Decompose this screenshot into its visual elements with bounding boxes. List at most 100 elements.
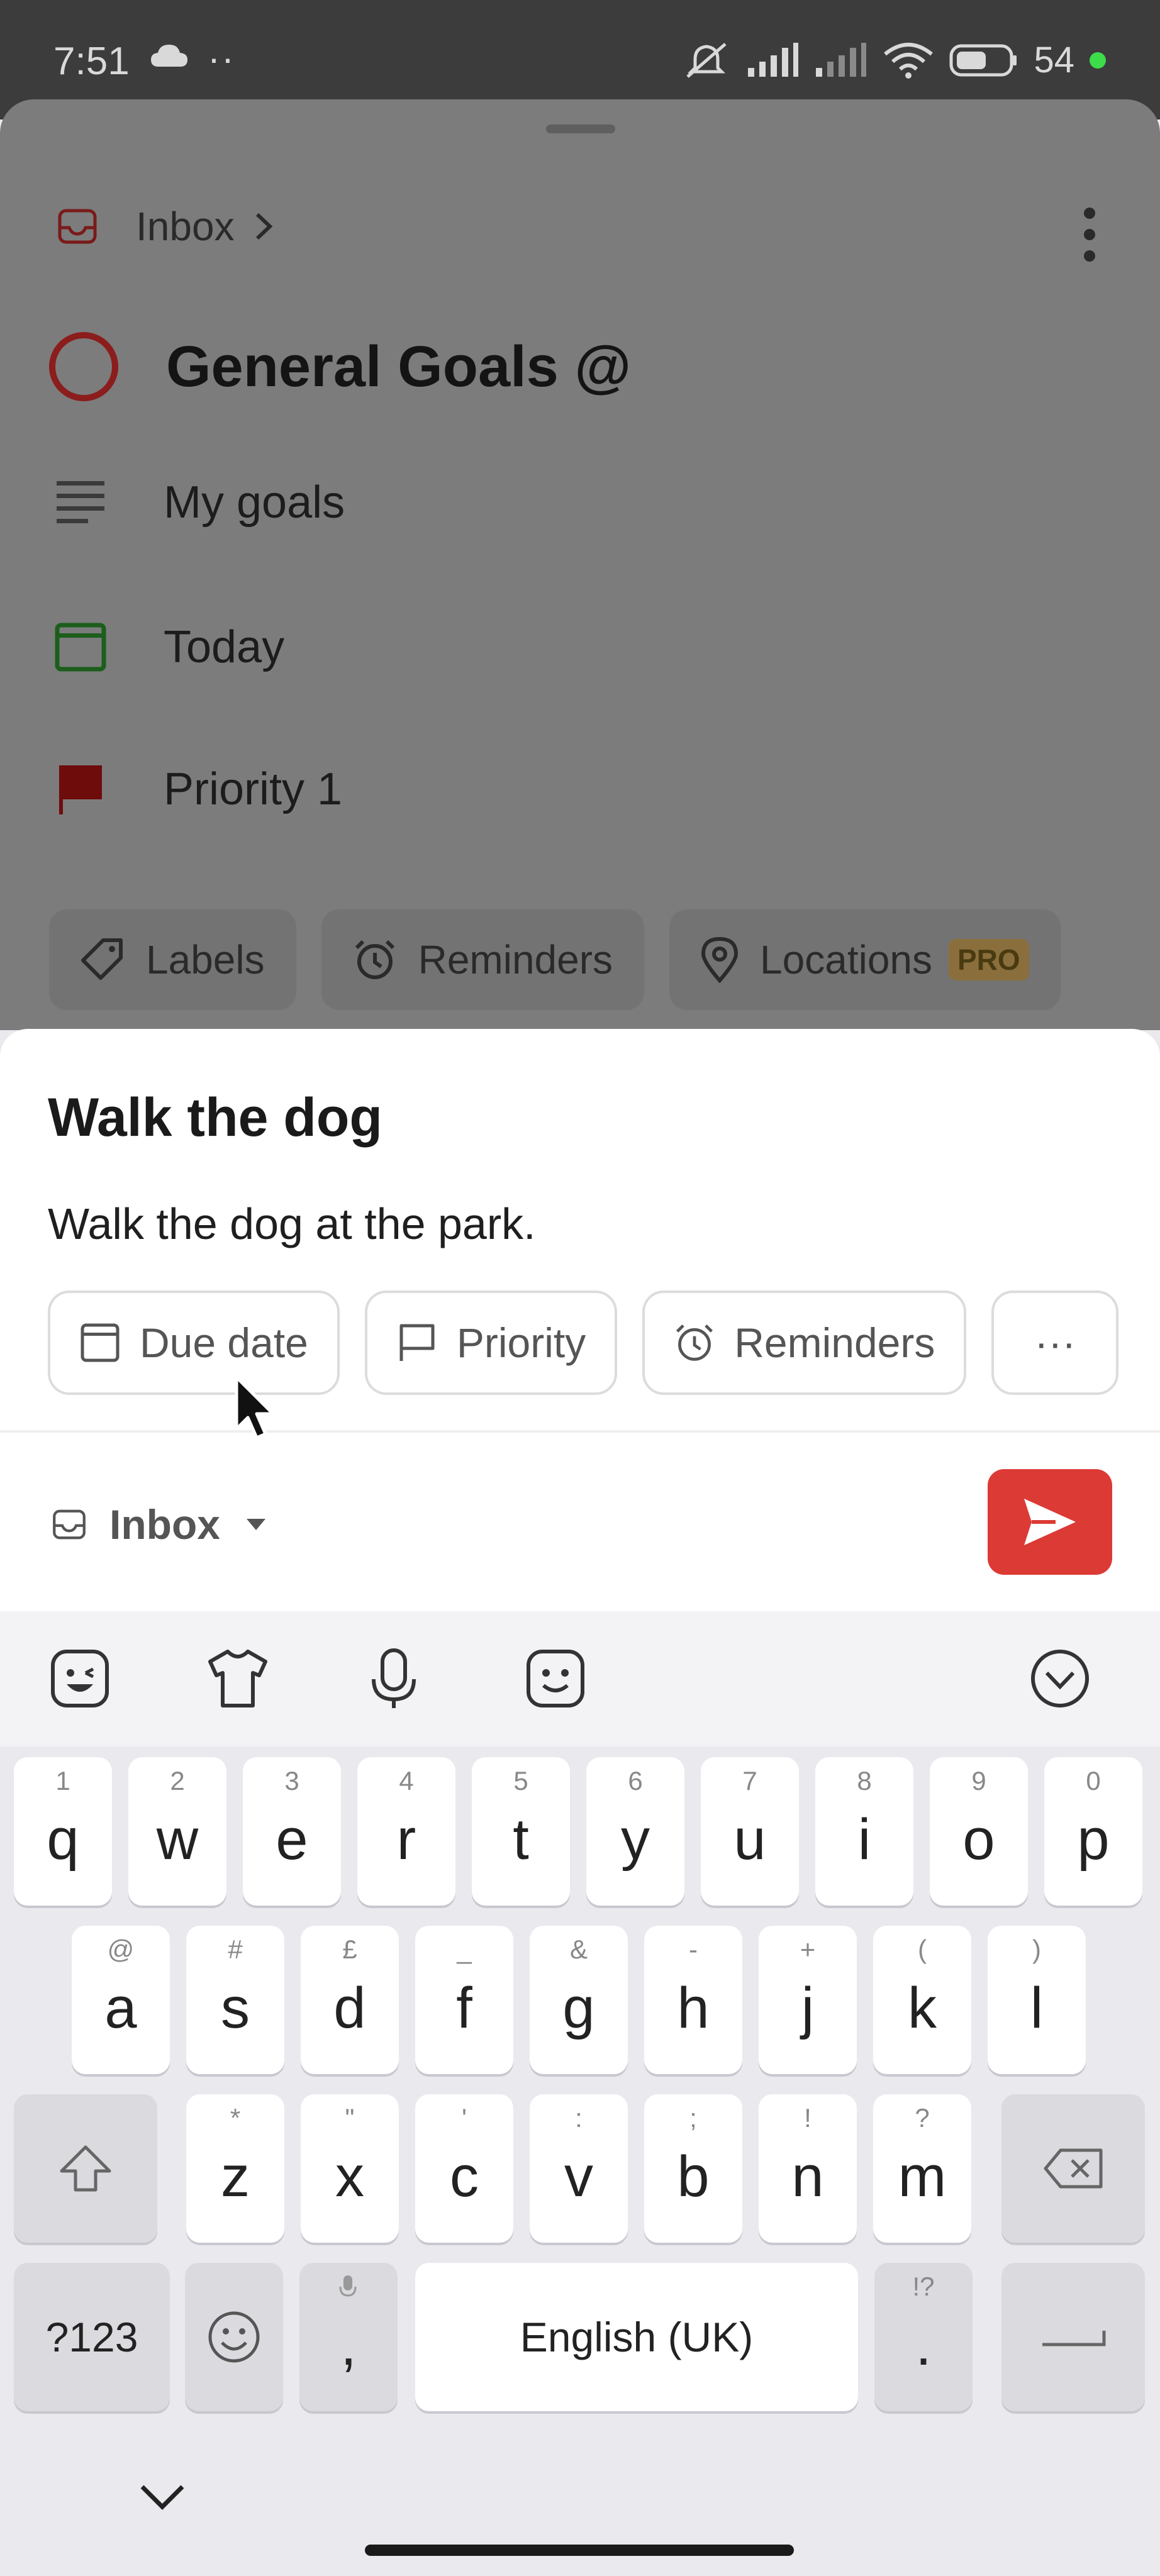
inbox-icon xyxy=(58,209,97,244)
microphone-icon[interactable] xyxy=(369,1648,419,1709)
sheet-drag-handle[interactable] xyxy=(546,125,615,133)
due-date-button[interactable]: Due date xyxy=(48,1291,340,1395)
key-f[interactable]: _ f xyxy=(415,1926,513,2074)
comma-key-label: , xyxy=(340,2312,357,2377)
key-hint: : xyxy=(575,2103,583,2133)
task-detail-sheet: Inbox General Goals @ My goals Today Pri… xyxy=(0,99,1160,1030)
due-date-row[interactable]: Today xyxy=(54,621,284,673)
symbols-key[interactable]: ?123 xyxy=(14,2263,170,2411)
key-j[interactable]: + j xyxy=(759,1926,857,2074)
comma-key[interactable]: , xyxy=(299,2263,398,2411)
key-x[interactable]: " x xyxy=(301,2094,399,2243)
more-options-icon[interactable] xyxy=(1077,203,1102,266)
key-hint: ! xyxy=(804,2103,811,2133)
key-g[interactable]: & g xyxy=(530,1926,628,2074)
key-h[interactable]: -h xyxy=(644,1926,742,2074)
key-r[interactable]: 4r xyxy=(357,1757,455,1906)
key-hint: 8 xyxy=(857,1766,872,1796)
shift-key[interactable] xyxy=(14,2094,157,2243)
key-label: g xyxy=(562,1975,595,2040)
key-hint: - xyxy=(689,1935,698,1964)
priority-flag-icon xyxy=(59,765,102,814)
key-w[interactable]: 2w xyxy=(128,1757,226,1906)
key-v[interactable]: :v xyxy=(530,2094,628,2243)
priority-button[interactable]: Priority xyxy=(364,1291,618,1395)
priority-label: Priority xyxy=(456,1319,586,1366)
key-l[interactable]: ) l xyxy=(988,1926,1086,2074)
signal-2-icon xyxy=(816,42,867,77)
key-o[interactable]: 9o xyxy=(930,1757,1028,1906)
key-a[interactable]: @ a xyxy=(72,1926,170,2074)
home-indicator[interactable] xyxy=(365,2545,794,2556)
more-options-label: ··· xyxy=(1034,1319,1076,1366)
priority-row[interactable]: Priority 1 xyxy=(54,763,342,816)
key-label: l xyxy=(1030,1975,1044,2040)
key-n[interactable]: ! n xyxy=(759,2094,857,2243)
battery-level: 54 xyxy=(1034,40,1074,80)
key-p[interactable]: 0p xyxy=(1044,1757,1142,1906)
period-key[interactable]: !? . xyxy=(874,2263,973,2411)
key-hint: ' xyxy=(461,2103,467,2133)
key-label: n xyxy=(791,2144,824,2209)
reminders-button[interactable]: Reminders xyxy=(642,1291,967,1395)
key-t[interactable]: 5t xyxy=(472,1757,570,1906)
breadcrumb[interactable]: Inbox xyxy=(57,203,276,250)
key-hint: 5 xyxy=(513,1766,528,1796)
key-label: i xyxy=(857,1807,871,1872)
nav-collapse-chevron-icon[interactable] xyxy=(140,2483,185,2512)
enter-key[interactable] xyxy=(1001,2263,1145,2411)
status-right-group: 54 xyxy=(681,39,1106,81)
key-d[interactable]: £ d xyxy=(301,1926,399,2074)
label-tag-icon xyxy=(81,938,123,980)
space-bar[interactable]: English (UK) xyxy=(415,2263,858,2411)
due-date-label: Today xyxy=(164,622,285,672)
detail-chip-row: Labels Reminders Locations PRO xyxy=(49,909,1061,1010)
sticker-icon[interactable] xyxy=(49,1648,111,1709)
reminders-chip[interactable]: Reminders xyxy=(321,909,645,1010)
battery-indicator-dot xyxy=(1090,52,1106,69)
locations-chip[interactable]: Locations PRO xyxy=(669,909,1061,1010)
key-u[interactable]: 7u xyxy=(701,1757,799,1906)
more-options-button[interactable]: ··· xyxy=(991,1291,1119,1395)
task-title[interactable]: General Goals @ xyxy=(166,334,631,400)
breadcrumb-label: Inbox xyxy=(136,204,235,249)
divider xyxy=(0,1430,1160,1433)
enter-icon xyxy=(1042,2331,1106,2346)
emoji-face-icon[interactable] xyxy=(525,1648,586,1709)
keyboard: 1 q 2 w 3 e 4 r 5 t 6 y 7 u 8 i 9 o 0 p @ a # s £ d _ f & g - h + j(k) l * z… xyxy=(0,1611,1160,2576)
key-hint: ? xyxy=(915,2103,930,2133)
key-b[interactable]: ; b xyxy=(644,2094,742,2243)
labels-chip[interactable]: Labels xyxy=(49,909,296,1010)
reminders-chip-label: Reminders xyxy=(418,937,613,982)
period-key-hint: !? xyxy=(912,2272,935,2301)
emoji-key[interactable] xyxy=(185,2263,283,2411)
key-label: m xyxy=(898,2144,947,2209)
key-hint: ) xyxy=(1032,1935,1041,1964)
key-hint: _ xyxy=(457,1935,472,1964)
task-description: My goals xyxy=(164,477,345,528)
key-e[interactable]: 3e xyxy=(243,1757,341,1906)
hide-keyboard-icon[interactable] xyxy=(1029,1648,1091,1709)
key-c[interactable]: ' c xyxy=(415,2094,513,2243)
task-title-row: General Goals @ xyxy=(49,332,631,401)
key-m[interactable]: ? m xyxy=(873,2094,971,2243)
project-selector[interactable]: Inbox xyxy=(52,1501,267,1548)
key-hint: 3 xyxy=(284,1766,299,1796)
wifi-icon xyxy=(884,42,934,79)
key-z[interactable]: * z xyxy=(186,2094,284,2243)
labels-chip-label: Labels xyxy=(146,937,265,982)
description-row[interactable]: My goals xyxy=(54,477,345,528)
key-y[interactable]: 6y xyxy=(586,1757,684,1906)
task-description-input[interactable]: Walk the dog at the park. xyxy=(48,1199,536,1249)
complete-checkbox[interactable] xyxy=(49,332,118,401)
send-button[interactable] xyxy=(988,1469,1112,1575)
task-name-input[interactable]: Walk the dog xyxy=(48,1087,382,1149)
theme-shirt-icon[interactable] xyxy=(206,1648,269,1709)
alarm-clock-icon xyxy=(676,1324,713,1361)
key-s[interactable]: # s xyxy=(186,1926,284,2074)
key-q[interactable]: 1q xyxy=(14,1757,112,1906)
alarm-clock-icon xyxy=(355,940,394,979)
key-k[interactable]: (k xyxy=(873,1926,971,2074)
backspace-key[interactable] xyxy=(1001,2094,1145,2243)
key-i[interactable]: 8i xyxy=(815,1757,913,1906)
